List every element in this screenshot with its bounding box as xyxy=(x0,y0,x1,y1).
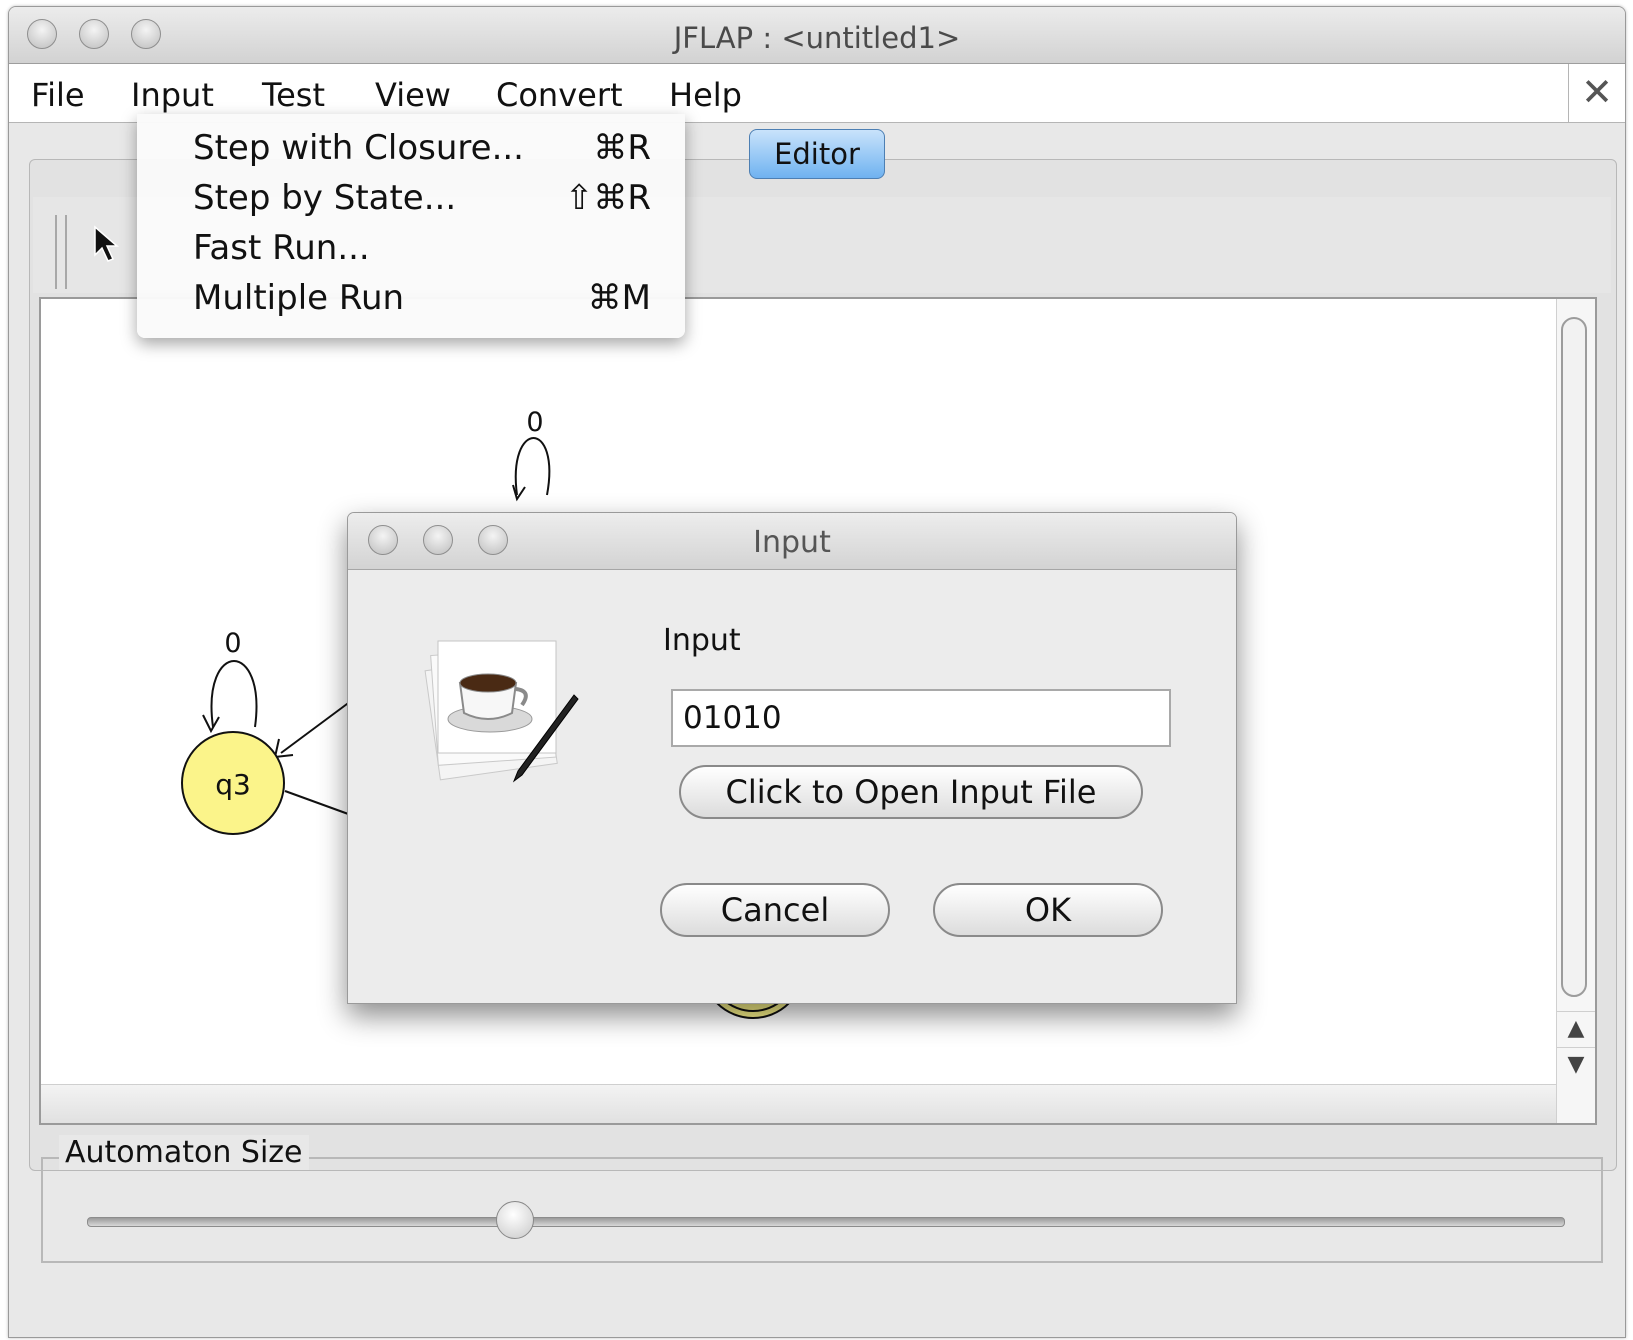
dialog-title-bar: Input xyxy=(348,513,1236,570)
menu-view[interactable]: View xyxy=(375,76,451,114)
close-tab-icon[interactable]: ✕ xyxy=(1568,64,1625,122)
menu-help[interactable]: Help xyxy=(669,76,742,114)
cancel-button[interactable]: Cancel xyxy=(660,883,890,937)
state-q3-label: q3 xyxy=(215,768,251,801)
transition-label-top: 0 xyxy=(526,407,543,438)
toolbar-grip-icon[interactable] xyxy=(55,215,67,289)
menu-convert[interactable]: Convert xyxy=(496,76,623,114)
scroll-down-icon[interactable]: ▼ xyxy=(1557,1047,1595,1082)
slider-knob[interactable] xyxy=(496,1201,535,1239)
input-string-field[interactable] xyxy=(671,689,1171,747)
transition-label-q3: 0 xyxy=(224,628,241,659)
input-dialog: Input Input Click to Open Input File Can… xyxy=(347,512,1237,1004)
tab-editor[interactable]: Editor xyxy=(749,129,885,179)
menu-item-multiple-run[interactable]: Multiple Run xyxy=(193,278,404,318)
menu-item-fast-run[interactable]: Fast Run... xyxy=(193,228,370,268)
menu-file[interactable]: File xyxy=(31,76,85,114)
automaton-size-slider[interactable] xyxy=(87,1217,1565,1227)
java-coffee-icon xyxy=(424,640,579,783)
vertical-scrollbar[interactable]: ▲ ▼ xyxy=(1556,299,1595,1123)
scroll-up-icon[interactable]: ▲ xyxy=(1557,1011,1595,1046)
arrowhead-into-q3 xyxy=(273,738,294,759)
menu-test[interactable]: Test xyxy=(262,76,325,114)
menu-item-step-closure[interactable]: Step with Closure... xyxy=(193,128,524,168)
edge-out-of-q3 xyxy=(284,790,352,816)
edge-into-q3 xyxy=(280,700,352,754)
automaton-size-title: Automaton Size xyxy=(59,1135,309,1170)
arrowhead-top xyxy=(512,484,526,502)
menu-item-step-state[interactable]: Step by State... xyxy=(193,178,456,218)
shortcut-step-state: ⇧⌘R xyxy=(564,178,651,218)
self-loop-top xyxy=(514,437,551,496)
title-bar: JFLAP : <untitled1> xyxy=(9,7,1625,64)
dialog-title: Input xyxy=(753,525,831,560)
vertical-scroll-thumb[interactable] xyxy=(1561,317,1587,997)
shortcut-multiple-run: ⌘M xyxy=(587,278,651,318)
open-input-file-button[interactable]: Click to Open Input File xyxy=(679,765,1143,819)
input-field-label: Input xyxy=(663,623,741,658)
input-menu-dropdown: Step with Closure... ⌘R Step by State...… xyxy=(137,114,685,338)
window-title: JFLAP : <untitled1> xyxy=(673,21,961,55)
menu-input[interactable]: Input xyxy=(131,76,214,114)
horizontal-scrollbar[interactable] xyxy=(41,1084,1559,1123)
automaton-size-panel xyxy=(41,1157,1603,1263)
shortcut-step-closure: ⌘R xyxy=(593,128,651,168)
ok-button[interactable]: OK xyxy=(933,883,1163,937)
pointer-tool-icon[interactable] xyxy=(91,225,121,265)
